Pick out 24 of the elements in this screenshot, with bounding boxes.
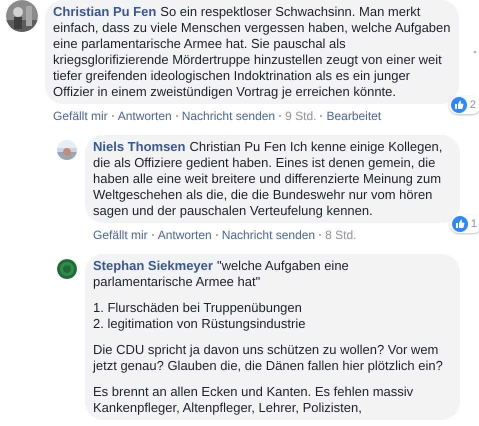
action-link[interactable]: Bearbeitet bbox=[326, 108, 382, 124]
action-link[interactable]: Gefällt mir bbox=[93, 227, 148, 243]
avatar[interactable] bbox=[57, 259, 77, 279]
comment-text: Die CDU spricht ja davon uns schützen zu wollen? Vor wem jetzt genau? Glauben die, die Dänen fallen hier plötzlich ein? bbox=[93, 342, 444, 374]
author-link[interactable]: Niels Thomsen bbox=[93, 139, 186, 154]
thumbs-up-icon bbox=[450, 97, 467, 113]
comment-text: Stephan Siekmeyer "welche Aufgaben eine parlamentarische Armee hat" bbox=[93, 258, 350, 290]
reaction-count[interactable]: 2 bbox=[448, 96, 479, 114]
timestamp[interactable]: 9 Std. bbox=[285, 108, 316, 124]
action-link[interactable]: Antworten bbox=[118, 108, 172, 124]
author-link[interactable]: Christian Pu Fen bbox=[53, 4, 156, 19]
reaction-count[interactable]: 1 bbox=[450, 215, 479, 233]
timestamp[interactable]: 8 Std. bbox=[325, 227, 356, 243]
action-link[interactable]: Antworten bbox=[158, 227, 212, 243]
comment-text: Christian Pu Fen So ein respektloser Schwachsinn. Man merkt einfach, dass zu viele Menschen vergessen haben, welche Aufgaben eine parlamentarische Armee hat. Sie pauschal als kriegsglorifizierende Mördertruppe hinzustellen zeugt von einer weit tiefer greifenden ideologischen Indoktrination als es ein junger Offizier in einem zweistündigen Vortrag je erreichen könnte. bbox=[53, 4, 451, 100]
thumbs-up-icon bbox=[452, 216, 468, 232]
comment-text: Es brennt an allen Ecken und Kanten. Es fehlen massiv Kankenpfleger, Altenpfleger, Lehrer, Polizisten, bbox=[93, 384, 414, 416]
comment-text: Niels Thomsen Christian Pu Fen Ich kenne einige Kollegen, die als Offiziere gedient haben. Eines ist denen gemein, die haben alle eine weit breitere und differenzierte Meinung zum Weltgeschehen als die, die die Bundeswehr nur vom hören sagen und der pauschalen Verteufelung kennen. bbox=[93, 139, 444, 219]
comment-text: 1. Flurschäden bei Truppenübungen 2. legitimation von Rüstungsindustrie bbox=[93, 300, 306, 332]
action-link[interactable]: Nachricht senden bbox=[222, 227, 316, 243]
author-link[interactable]: Stephan Siekmeyer bbox=[93, 258, 213, 273]
action-link[interactable]: Gefällt mir bbox=[53, 108, 108, 124]
avatar[interactable] bbox=[6, 0, 38, 32]
action-link[interactable]: Nachricht senden bbox=[182, 108, 276, 124]
